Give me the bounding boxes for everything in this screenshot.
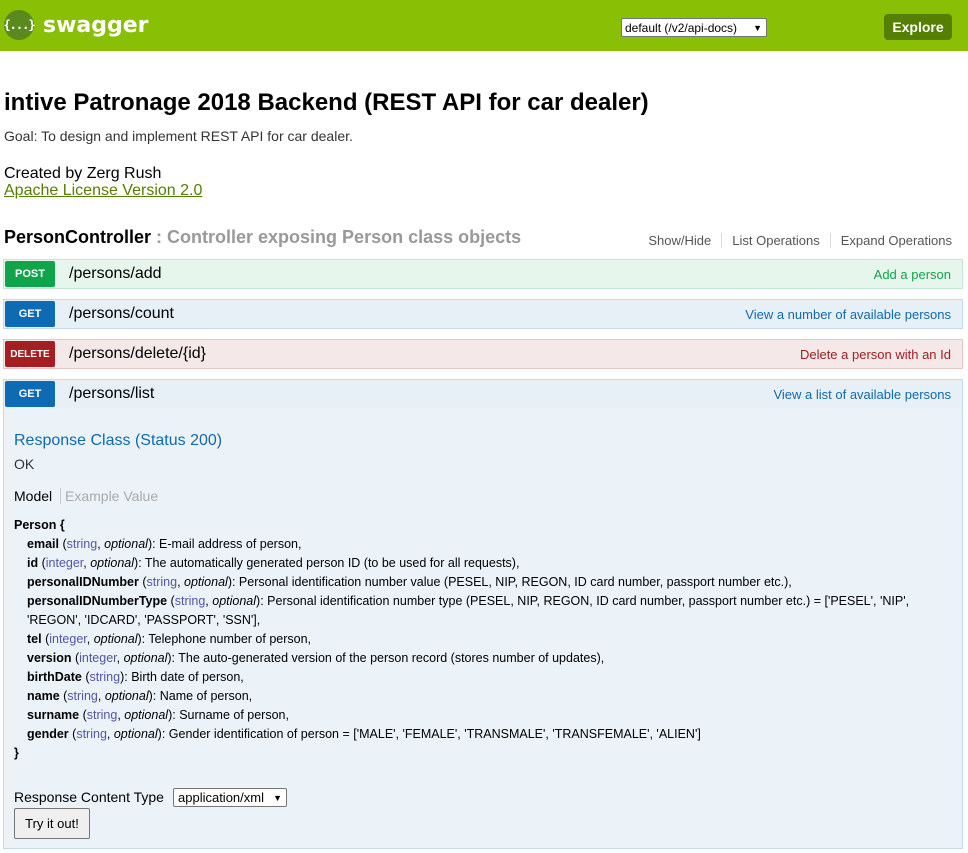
- api-spec-select[interactable]: default (/v2/api-docs) ▼: [621, 18, 767, 37]
- controller-name[interactable]: PersonController: [4, 227, 151, 247]
- model-schema: Person { email (string, optional): E-mai…: [14, 516, 944, 763]
- explore-button[interactable]: Explore: [884, 14, 952, 40]
- model-property: version (integer, optional): The auto-ge…: [27, 651, 605, 665]
- property-optional: optional: [212, 594, 257, 608]
- swagger-logo-icon: {...}: [3, 10, 36, 40]
- property-type: string: [66, 537, 98, 551]
- show-hide-link[interactable]: Show/Hide: [638, 233, 723, 248]
- method-badge-get[interactable]: GET: [5, 301, 55, 327]
- property-type: integer: [45, 556, 84, 570]
- property-optional: optional: [184, 575, 228, 589]
- response-content-type-label: Response Content Type: [14, 789, 164, 805]
- property-name: surname: [27, 708, 80, 722]
- operation-summary[interactable]: View a list of available persons: [773, 387, 951, 402]
- logo-text: swagger: [43, 12, 149, 38]
- chevron-down-icon: ▼: [273, 792, 282, 803]
- property-name: version: [27, 651, 72, 665]
- operation-path[interactable]: /persons/add: [69, 265, 162, 283]
- model-property: personalIDNumber (string, optional): Per…: [27, 575, 792, 589]
- property-type: string: [146, 575, 178, 589]
- property-description: E-mail address of person,: [159, 537, 302, 551]
- model-property: email (string, optional): E-mail address…: [27, 537, 302, 551]
- property-description: Telephone number of person,: [148, 632, 312, 646]
- model-property: gender (string, optional): Gender identi…: [27, 727, 701, 741]
- operation-path[interactable]: /persons/delete/{id}: [69, 345, 206, 363]
- property-name: gender: [27, 727, 69, 741]
- model-property: tel (integer, optional): Telephone numbe…: [27, 632, 312, 646]
- controller-separator: :: [151, 227, 168, 247]
- property-optional: optional: [104, 689, 149, 703]
- property-description: Personal identification number value (PE…: [238, 575, 792, 589]
- model-property: id (integer, optional): The automaticall…: [27, 556, 520, 570]
- property-name: tel: [27, 632, 42, 646]
- model-property: name (string, optional): Name of person,: [27, 689, 253, 703]
- api-title: intive Patronage 2018 Backend (REST API …: [4, 89, 649, 116]
- response-content-type-value: application/xml: [178, 790, 264, 805]
- api-spec-select-value: default (/v2/api-docs): [625, 20, 738, 35]
- operation-summary[interactable]: Add a person: [874, 267, 951, 282]
- property-description: Name of person,: [159, 689, 253, 703]
- property-name: id: [27, 556, 39, 570]
- property-type: string: [174, 594, 206, 608]
- operation-path[interactable]: /persons/count: [69, 305, 174, 323]
- property-optional: optional: [90, 556, 135, 570]
- property-name: birthDate: [27, 670, 82, 684]
- try-it-out-button[interactable]: Try it out!: [14, 808, 90, 839]
- list-operations-link[interactable]: List Operations: [722, 233, 831, 248]
- chevron-down-icon: ▼: [753, 22, 762, 33]
- property-optional: optional: [113, 727, 158, 741]
- property-description: Gender identification of person = ['MALE…: [168, 727, 701, 741]
- tab-example-value[interactable]: Example Value: [60, 488, 158, 504]
- operation-details-panel: Response Class (Status 200) OK Model Exa…: [3, 408, 963, 849]
- response-status: OK: [14, 456, 35, 472]
- property-name: email: [27, 537, 59, 551]
- tab-model[interactable]: Model: [14, 488, 52, 504]
- response-class-title: Response Class (Status 200): [14, 432, 223, 449]
- operation-get-persons-count[interactable]: GET /persons/count View a number of avai…: [3, 299, 963, 329]
- operation-path[interactable]: /persons/list: [69, 385, 154, 403]
- operation-delete-persons-delete[interactable]: DELETE /persons/delete/{id} Delete a per…: [3, 339, 963, 369]
- property-type: string: [76, 727, 107, 741]
- method-badge-post[interactable]: POST: [5, 261, 55, 287]
- property-optional: optional: [104, 537, 148, 551]
- model-close: }: [14, 746, 19, 760]
- operation-summary[interactable]: Delete a person with an Id: [800, 347, 951, 362]
- expand-operations-link[interactable]: Expand Operations: [831, 233, 952, 248]
- top-header: {...} swagger default (/v2/api-docs) ▼ E…: [0, 0, 968, 51]
- model-properties: email (string, optional): E-mail address…: [14, 535, 944, 744]
- license-link[interactable]: Apache License Version 2.0: [4, 182, 202, 200]
- response-content-type-select[interactable]: application/xml ▼: [173, 788, 287, 807]
- model-property: surname (string, optional): Surname of p…: [27, 708, 289, 722]
- operation-post-persons-add[interactable]: POST /persons/add Add a person: [3, 259, 963, 289]
- property-optional: optional: [124, 708, 169, 722]
- property-description: Surname of person,: [179, 708, 289, 722]
- property-description: The auto-generated version of the person…: [178, 651, 605, 665]
- property-optional: optional: [93, 632, 138, 646]
- controller-actions: Show/Hide List Operations Expand Operati…: [638, 233, 952, 248]
- property-type: string: [67, 689, 98, 703]
- swagger-logo[interactable]: {...} swagger: [3, 10, 149, 40]
- property-type: integer: [79, 651, 117, 665]
- property-optional: optional: [123, 651, 168, 665]
- method-badge-get[interactable]: GET: [5, 381, 55, 407]
- method-badge-delete[interactable]: DELETE: [5, 341, 55, 367]
- operation-get-persons-list[interactable]: GET /persons/list View a list of availab…: [3, 379, 963, 409]
- property-description: Birth date of person,: [131, 670, 244, 684]
- api-description: Goal: To design and implement REST API f…: [4, 128, 353, 144]
- property-type: integer: [49, 632, 87, 646]
- controller-description: Controller exposing Person class objects: [167, 227, 522, 247]
- model-name: Person {: [14, 518, 65, 532]
- property-name: personalIDNumber: [27, 575, 139, 589]
- model-property: birthDate (string): Birth date of person…: [27, 670, 244, 684]
- property-name: personalIDNumberType: [27, 594, 168, 608]
- property-name: name: [27, 689, 60, 703]
- controller-heading[interactable]: PersonController : Controller exposing P…: [4, 227, 521, 248]
- property-description: The automatically generated person ID (t…: [144, 556, 520, 570]
- property-type: string: [89, 670, 121, 684]
- operation-summary[interactable]: View a number of available persons: [745, 307, 951, 322]
- model-property: personalIDNumberType (string, optional):…: [27, 594, 910, 627]
- api-author: Created by Zerg Rush: [4, 165, 162, 182]
- property-type: string: [86, 708, 118, 722]
